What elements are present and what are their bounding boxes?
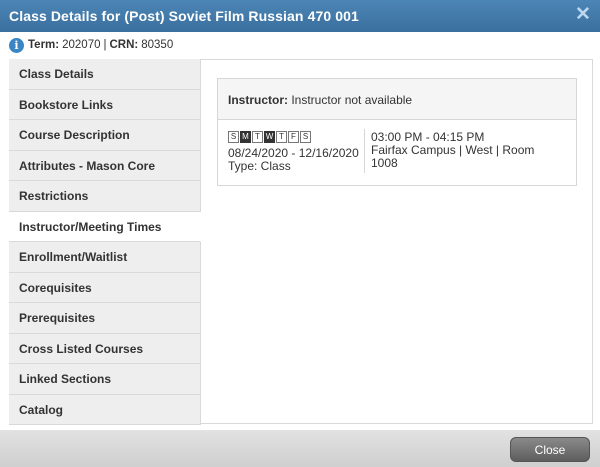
sidebar-item-course-description[interactable]: Course Description [9,120,201,151]
sidebar-item-corequisites[interactable]: Corequisites [9,272,201,303]
instructor-value: Instructor not available [291,93,413,107]
dialog-titlebar: Class Details for (Post) Soviet Film Rus… [0,0,600,32]
sidebar-item-bookstore-links[interactable]: Bookstore Links [9,89,201,120]
close-icon[interactable]: ✕ [574,5,592,25]
crn-label: CRN: [109,39,139,51]
day-sunday: S [228,131,239,143]
meeting-panel: Instructor: Instructor not available S M… [217,78,577,186]
content-pane: Instructor: Instructor not available S M… [201,59,593,424]
crn-value: 80350 [141,39,174,51]
sidebar-item-cross-listed-courses[interactable]: Cross Listed Courses [9,333,201,364]
instructor-label: Instructor: [228,93,288,107]
day-wednesday: W [264,131,275,143]
close-button[interactable]: Close [510,437,590,462]
sidebar-item-attributes[interactable]: Attributes - Mason Core [9,150,201,181]
dialog-title: Class Details for (Post) Soviet Film Rus… [9,8,359,24]
term-separator: | [103,39,107,51]
day-saturday: S [300,131,311,143]
sidebar-item-class-details[interactable]: Class Details [9,59,201,90]
day-tuesday: T [252,131,263,143]
sidebar-item-catalog[interactable]: Catalog [9,394,201,425]
term-info: i Term: 202070 | CRN: 80350 [9,37,173,53]
day-thursday: T [276,131,287,143]
sidebar-item-instructor-meeting-times[interactable]: Instructor/Meeting Times [9,211,201,242]
day-monday: M [240,131,251,143]
sidebar: Class Details Bookstore Links Course Des… [9,59,201,425]
meeting-schedule: S M T W T F S 08/24/2020 - 12/16/2020 Ty… [228,131,363,173]
sidebar-item-linked-sections[interactable]: Linked Sections [9,364,201,395]
dialog-body: i Term: 202070 | CRN: 80350 Class Detail… [0,32,600,430]
meeting-time-location: 03:00 PM - 04:15 PM Fairfax Campus | Wes… [371,131,551,170]
meeting-type: Type: Class [228,159,291,173]
meeting-location: Fairfax Campus | West | Room 1008 [371,143,535,170]
day-friday: F [288,131,299,143]
term-label: Term: [28,39,60,51]
sidebar-item-restrictions[interactable]: Restrictions [9,181,201,212]
sidebar-item-prerequisites[interactable]: Prerequisites [9,303,201,334]
sidebar-item-enrollment-waitlist[interactable]: Enrollment/Waitlist [9,242,201,273]
info-icon: i [9,37,24,53]
dialog-footer: Close [0,430,600,467]
meeting-days: S M T W T F S [228,131,363,143]
term-value: 202070 [62,39,101,51]
meeting-divider [364,129,365,173]
instructor-row: Instructor: Instructor not available [218,79,576,120]
